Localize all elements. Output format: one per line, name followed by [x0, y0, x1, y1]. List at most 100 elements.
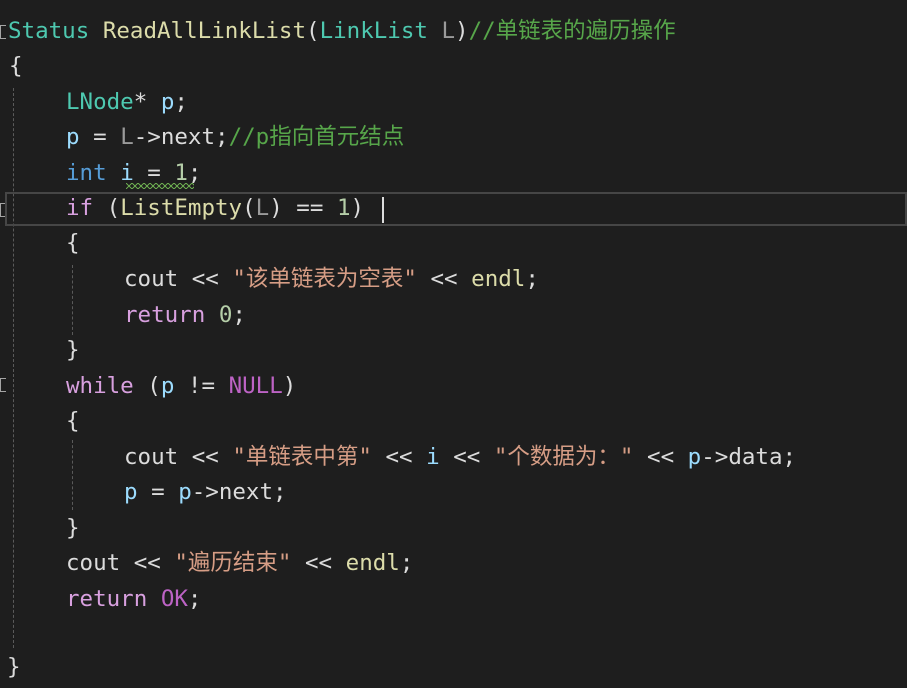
semicolon: ; [399, 550, 414, 576]
code-line-13[interactable]: cout << "单链表中第" << i << "个数据为：" << p->da… [124, 440, 796, 476]
code-line-8[interactable]: cout << "该单链表为空表" << endl; [124, 262, 539, 298]
param-type: LinkList [319, 18, 428, 44]
param-name: L [441, 18, 456, 44]
identifier-cout: cout [66, 550, 121, 576]
variable: p [66, 124, 80, 150]
code-line-12[interactable]: { [66, 404, 80, 440]
semicolon: ; [187, 586, 202, 612]
brace: { [9, 53, 23, 79]
operator: << [371, 444, 427, 470]
semicolon: ; [232, 302, 246, 328]
semicolon: ; [174, 89, 188, 115]
type-name: LNode [66, 89, 134, 115]
operator: << [416, 266, 472, 292]
text-caret [382, 197, 384, 223]
param-name: L [120, 124, 134, 150]
code-line-16[interactable]: cout << "遍历结束" << endl; [66, 546, 413, 582]
code-line-15[interactable]: } [66, 511, 80, 547]
code-line-3[interactable]: LNode* p; [66, 85, 188, 121]
keyword: if [66, 195, 94, 221]
paren: ) [455, 18, 469, 44]
member: data [728, 444, 783, 470]
semicolon: ; [273, 479, 287, 505]
number: 0 [218, 302, 233, 328]
brace: { [66, 408, 80, 434]
fold-marker-function[interactable] [0, 25, 6, 39]
param-name: L [255, 195, 270, 221]
fold-marker-while[interactable] [0, 378, 6, 392]
brace: { [66, 230, 80, 256]
operator: != [174, 373, 229, 399]
operator: << [120, 550, 175, 576]
operator: * [133, 89, 148, 115]
variable: p [124, 479, 138, 505]
member: next [218, 479, 274, 505]
variable: p [178, 479, 192, 505]
operator: << [633, 444, 688, 470]
variable: p [160, 89, 175, 115]
string-literal: "单链表中第" [232, 444, 372, 470]
operator: = [137, 479, 179, 505]
paren: ( [133, 373, 161, 399]
paren: ( [242, 195, 256, 221]
semicolon: ; [215, 124, 229, 150]
paren: ) [269, 195, 283, 221]
code-line-1[interactable]: Status ReadAllLinkList(LinkList L)//单链表的… [8, 14, 676, 50]
code-line-11[interactable]: while (p != NULL) [66, 369, 296, 405]
semicolon: ; [525, 266, 539, 292]
identifier-cout: cout [124, 444, 179, 470]
code-line-19[interactable]: } [7, 650, 21, 686]
operator: << [178, 266, 233, 292]
code-line-14[interactable]: p = p->next; [124, 475, 287, 511]
variable: p [687, 444, 702, 470]
number: 1 [336, 195, 351, 221]
variable: p [160, 373, 175, 399]
indent-guide-function [13, 88, 14, 648]
paren: ) [282, 373, 297, 399]
indent-guide-if [72, 265, 73, 335]
function-name: ReadAllLinkList [102, 18, 307, 44]
comment: //单链表的遍历操作 [468, 18, 676, 44]
identifier-endl: endl [345, 550, 400, 576]
operator: << [439, 444, 494, 470]
operator: << [178, 444, 233, 470]
semicolon: ; [782, 444, 797, 470]
indent-guide-while [72, 440, 73, 510]
operator: << [291, 550, 346, 576]
brace: } [66, 515, 80, 541]
macro: OK [160, 586, 188, 612]
operator: -> [133, 124, 161, 150]
paren: ( [93, 195, 121, 221]
paren: ) [350, 195, 365, 221]
brace: } [66, 337, 80, 363]
paren: ( [306, 18, 320, 44]
code-line-17[interactable]: return OK; [66, 582, 201, 618]
warning-squiggle[interactable] [126, 183, 194, 189]
variable: i [426, 444, 440, 470]
code-line-10[interactable]: } [66, 333, 80, 369]
identifier-endl: endl [471, 266, 526, 292]
brace: } [7, 654, 21, 680]
string-literal: "遍历结束" [174, 550, 292, 576]
string-literal: "个数据为：" [493, 444, 634, 470]
code-line-7[interactable]: { [66, 226, 80, 262]
function-call: ListEmpty [120, 195, 243, 221]
return-type: Status [8, 18, 90, 44]
operator: = [79, 124, 121, 150]
keyword: return [124, 302, 206, 328]
keyword: while [66, 373, 134, 399]
member: next [160, 124, 216, 150]
operator: -> [191, 479, 219, 505]
comment: //p指向首元结点 [228, 124, 405, 150]
keyword: int [66, 160, 107, 186]
code-editor[interactable]: Status ReadAllLinkList(LinkList L)//单链表的… [0, 0, 907, 688]
identifier-cout: cout [124, 266, 179, 292]
operator: == [282, 195, 337, 221]
code-line-6[interactable]: if (ListEmpty(L) == 1) [66, 191, 364, 227]
keyword: return [66, 586, 148, 612]
code-line-4[interactable]: p = L->next;//p指向首元结点 [66, 120, 404, 156]
code-line-9[interactable]: return 0; [124, 298, 246, 334]
operator: -> [701, 444, 729, 470]
code-line-2[interactable]: { [9, 49, 23, 85]
string-literal: "该单链表为空表" [232, 266, 417, 292]
